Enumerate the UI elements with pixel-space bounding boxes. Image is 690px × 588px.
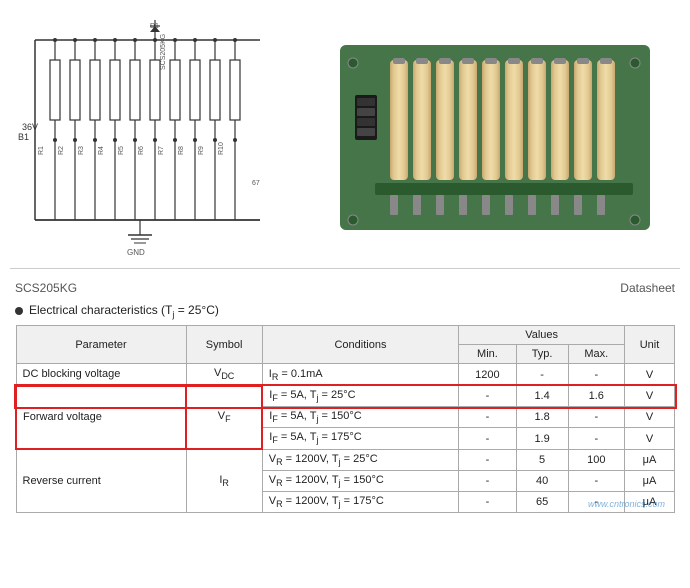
table-wrapper: Parameter Symbol Conditions Values Unit … — [15, 325, 675, 513]
cond-dc: IR = 0.1mA — [262, 364, 458, 386]
cond-fv3: IF = 5A, Tj = 175°C — [262, 428, 458, 449]
photo-area — [310, 10, 680, 260]
unit-fv2: V — [625, 407, 675, 428]
th-typ: Typ. — [516, 345, 568, 364]
svg-text:B1: B1 — [18, 132, 29, 142]
schematic-area: B1 36V D1 SCS205KG R1 — [10, 10, 310, 260]
param-dc-blocking: DC blocking voltage — [16, 364, 186, 386]
th-values: Values — [459, 326, 625, 345]
characteristics-table: Parameter Symbol Conditions Values Unit … — [15, 325, 675, 513]
max-rc1: 100 — [568, 449, 625, 470]
electrical-section: Electrical characteristics (Tj = 25°C) P… — [0, 299, 690, 513]
cond-rc2: VR = 1200V, Tj = 150°C — [262, 470, 458, 491]
min-rc3: - — [459, 492, 517, 513]
divider — [10, 268, 680, 269]
svg-text:R5: R5 — [118, 146, 125, 155]
typ-fv1: 1.4 — [516, 386, 568, 407]
min-dc: 1200 — [459, 364, 517, 386]
sym-fv: VF — [186, 386, 262, 450]
svg-text:R10: R10 — [218, 142, 225, 155]
datasheet-label: Datasheet — [620, 281, 675, 295]
component-name: SCS205KG — [15, 281, 77, 295]
schematic-svg: B1 36V D1 SCS205KG R1 — [10, 10, 310, 260]
table-row: DC blocking voltage VDC IR = 0.1mA 1200 … — [16, 364, 675, 386]
svg-text:R8: R8 — [178, 146, 185, 155]
svg-text:36V: 36V — [22, 122, 38, 132]
unit-fv3: V — [625, 428, 675, 449]
typ-rc1: 5 — [516, 449, 568, 470]
table-row: Reverse current IR VR = 1200V, Tj = 25°C… — [16, 449, 675, 470]
unit-rc2: μA — [625, 470, 675, 491]
bullet-icon — [15, 307, 23, 315]
max-fv3: - — [568, 428, 625, 449]
min-fv3: - — [459, 428, 517, 449]
max-fv2: - — [568, 407, 625, 428]
min-rc1: - — [459, 449, 517, 470]
typ-rc3: 65 — [516, 492, 568, 513]
cond-rc3: VR = 1200V, Tj = 175°C — [262, 492, 458, 513]
unit-dc: V — [625, 364, 675, 386]
th-min: Min. — [459, 345, 517, 364]
elec-title-text: Electrical characteristics (Tj = 25°C) — [29, 303, 219, 319]
cond-fv2: IF = 5A, Tj = 150°C — [262, 407, 458, 428]
th-conditions: Conditions — [262, 326, 458, 364]
th-max: Max. — [568, 345, 625, 364]
svg-text:SCS205KG: SCS205KG — [160, 34, 167, 70]
watermark: www.cntronics.com — [588, 499, 665, 509]
typ-dc: - — [516, 364, 568, 386]
unit-rc1: μA — [625, 449, 675, 470]
min-fv1: - — [459, 386, 517, 407]
max-dc: - — [568, 364, 625, 386]
table-row: Forward voltage VF IF = 5A, Tj = 25°C - … — [16, 386, 675, 407]
cond-fv1: IF = 5A, Tj = 25°C — [262, 386, 458, 407]
param-rc: Reverse current — [16, 449, 186, 513]
svg-text:GND: GND — [127, 248, 145, 257]
th-parameter: Parameter — [16, 326, 186, 364]
elec-title: Electrical characteristics (Tj = 25°C) — [15, 303, 675, 319]
top-section: B1 36V D1 SCS205KG R1 — [0, 0, 690, 260]
typ-fv3: 1.9 — [516, 428, 568, 449]
datasheet-header: SCS205KG Datasheet — [0, 277, 690, 299]
svg-text:R9: R9 — [198, 146, 205, 155]
svg-text:R1: R1 — [38, 146, 45, 155]
param-fv: Forward voltage — [16, 386, 186, 450]
max-fv1: 1.6 — [568, 386, 625, 407]
pcb-photo — [335, 25, 655, 245]
th-unit: Unit — [625, 326, 675, 364]
min-rc2: - — [459, 470, 517, 491]
typ-fv2: 1.8 — [516, 407, 568, 428]
cond-rc1: VR = 1200V, Tj = 25°C — [262, 449, 458, 470]
min-fv2: - — [459, 407, 517, 428]
svg-text:R6: R6 — [138, 146, 145, 155]
typ-rc2: 40 — [516, 470, 568, 491]
svg-text:R2: R2 — [58, 146, 65, 155]
svg-text:R7: R7 — [158, 146, 165, 155]
svg-text:67: 67 — [252, 180, 260, 187]
sym-dc: VDC — [186, 364, 262, 386]
sym-rc: IR — [186, 449, 262, 513]
svg-text:R4: R4 — [98, 146, 105, 155]
unit-fv1: V — [625, 386, 675, 407]
max-rc2: - — [568, 470, 625, 491]
svg-text:R3: R3 — [78, 146, 85, 155]
th-symbol: Symbol — [186, 326, 262, 364]
